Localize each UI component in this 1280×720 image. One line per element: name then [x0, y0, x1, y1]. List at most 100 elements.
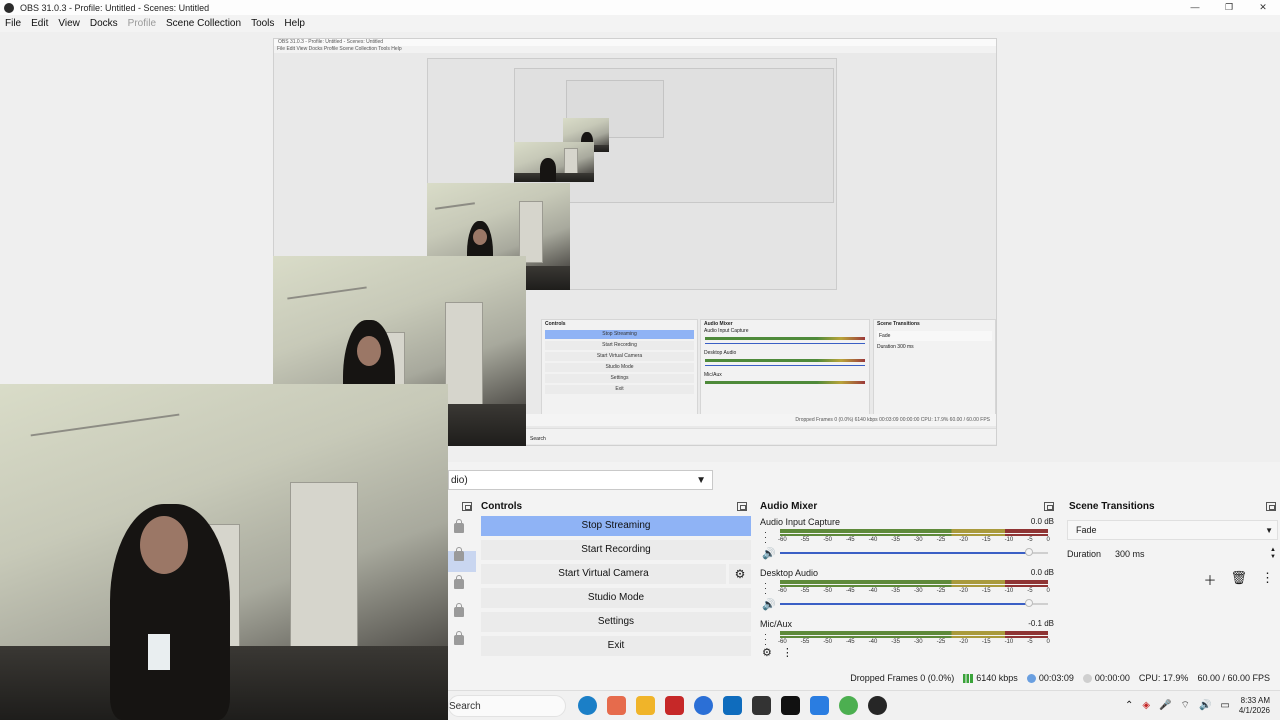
transition-select[interactable]: Fade ▼	[1067, 520, 1278, 540]
nested-exit: Exit	[545, 385, 694, 394]
stream-time-group: 00:03:09	[1026, 673, 1074, 684]
tray-chevron-up-icon[interactable]: ⌃	[1125, 700, 1133, 711]
clock[interactable]: 8:33 AM 4/1/2026	[1239, 696, 1270, 716]
outlook-icon[interactable]	[723, 696, 742, 715]
meter-tick-label: -30	[913, 588, 923, 594]
copilot-icon[interactable]	[607, 696, 626, 715]
mixer-menu-icon[interactable]: ⋮	[782, 646, 793, 659]
volume-slider-track[interactable]	[780, 603, 1029, 605]
send-icon[interactable]	[810, 696, 829, 715]
obs-logo-icon	[4, 2, 14, 13]
source-row[interactable]	[448, 519, 476, 544]
chrome-icon[interactable]	[839, 696, 858, 715]
nested-slider-2	[705, 365, 865, 366]
menu-tools[interactable]: Tools	[246, 18, 279, 29]
settings-button[interactable]: Settings	[481, 612, 751, 632]
taskbar-search[interactable]: Search	[448, 694, 566, 717]
source-row[interactable]	[448, 631, 476, 656]
obs-taskbar-icon[interactable]	[868, 696, 887, 715]
capcut-icon[interactable]	[752, 696, 771, 715]
file-explorer-icon[interactable]	[636, 696, 655, 715]
lock-icon[interactable]	[454, 603, 464, 617]
clock-date: 4/1/2026	[1238, 705, 1270, 715]
lock-icon[interactable]	[454, 547, 464, 561]
mixer-undock-icon[interactable]	[1044, 501, 1054, 511]
duration-field[interactable]: 300 ms	[1111, 549, 1266, 559]
microphone-icon[interactable]: 🎤	[1159, 700, 1171, 711]
advanced-audio-gear-icon[interactable]: ⚙	[762, 646, 772, 659]
meter-tick-label: -35	[891, 537, 900, 543]
rec-time-group: 00:00:00	[1082, 673, 1130, 684]
start-recording-button[interactable]: Start Recording	[481, 540, 751, 560]
remove-transition-trash-icon[interactable]: 🗑	[1230, 570, 1247, 589]
duration-label: Duration	[1067, 549, 1102, 559]
transition-menu-icon[interactable]: ⋮	[1261, 570, 1274, 589]
scene-transitions-dock: Scene Transitions Fade ▼ Duration 300 ms…	[1065, 496, 1280, 664]
speaker-icon[interactable]: 🔊	[762, 598, 776, 611]
meter-tick-label: -10	[1004, 537, 1014, 543]
source-row[interactable]	[448, 603, 476, 628]
source-row[interactable]	[448, 547, 476, 572]
channel-menu-icon[interactable]: · · ·	[764, 528, 768, 547]
meter-tick-label: -15	[981, 588, 991, 594]
menu-scene-collection[interactable]: Scene Collection	[161, 18, 246, 29]
start-virtual-camera-button[interactable]: Start Virtual Camera	[481, 564, 726, 584]
tv-app-icon[interactable]	[781, 696, 800, 715]
volume-slider-track[interactable]	[780, 552, 1029, 554]
duration-stepper-icon[interactable]: ▲ ▼	[1266, 547, 1280, 561]
tray-antivirus-icon[interactable]: ◈	[1142, 700, 1150, 711]
wifi-icon[interactable]: ⌔	[1181, 699, 1190, 712]
volume-slider-handle[interactable]	[1025, 548, 1033, 556]
menu-file[interactable]: File	[0, 18, 26, 29]
nested-settings: Settings	[545, 374, 694, 383]
title-bar: OBS 31.0.3 - Profile: Untitled - Scenes:…	[0, 0, 1280, 15]
lock-icon[interactable]	[454, 575, 464, 589]
edge-icon[interactable]	[578, 696, 597, 715]
lock-icon[interactable]	[454, 631, 464, 645]
window-title: OBS 31.0.3 - Profile: Untitled - Scenes:…	[20, 2, 210, 13]
mixer-channels: Audio Input Capture 0.0 dB · · · -60 -55 -50…	[756, 516, 1058, 662]
nested-controls-title: Controls	[545, 321, 566, 327]
mcafee-icon[interactable]	[665, 696, 684, 715]
studio-mode-button[interactable]: Studio Mode	[481, 588, 751, 608]
bitrate: 6140 kbps	[976, 672, 1018, 683]
volume-meter	[780, 529, 1048, 533]
menu-help[interactable]: Help	[279, 18, 310, 29]
maximize-button[interactable]: ❐	[1212, 0, 1246, 15]
channel-menu-icon[interactable]: · · ·	[764, 579, 768, 598]
volume-icon[interactable]: 🔊	[1199, 700, 1211, 711]
menu-docks[interactable]: Docks	[85, 18, 123, 29]
virtual-camera-settings-gear-icon[interactable]: ⚙	[729, 564, 751, 584]
volume-meter	[780, 580, 1048, 584]
meter-tick-label: -60	[778, 588, 787, 594]
stop-streaming-button[interactable]: Stop Streaming	[481, 516, 751, 536]
menu-edit[interactable]: Edit	[26, 18, 53, 29]
battery-icon[interactable]: ▭	[1220, 700, 1229, 711]
scene-selector[interactable]: dio) ▼	[448, 470, 713, 490]
volume-slider-handle[interactable]	[1025, 599, 1033, 607]
meter-ticks: -60 -55 -50 -45 -40 -35 -30 -25 -20 -15 -10 -5 0	[778, 537, 1050, 543]
transitions-undock-icon[interactable]	[1266, 501, 1276, 511]
menu-profile[interactable]: Profile	[123, 18, 161, 29]
app-icon[interactable]	[694, 696, 713, 715]
menu-bar: File Edit View Docks Profile Scene Colle…	[0, 15, 1280, 32]
meter-tick-label: -25	[936, 537, 946, 543]
status-bar: Dropped Frames 0 (0.0%) 6140 kbps 00:03:…	[448, 668, 1280, 688]
add-transition-icon[interactable]: ＋	[1203, 570, 1216, 589]
exit-button[interactable]: Exit	[481, 636, 751, 656]
menu-view[interactable]: View	[53, 18, 85, 29]
meter-tick-label: 0	[1046, 537, 1050, 543]
meter-tick-label: -50	[823, 537, 832, 543]
speaker-icon[interactable]: 🔊	[762, 547, 776, 560]
nested-transition: Fade	[877, 331, 992, 341]
close-button[interactable]: ✕	[1246, 0, 1280, 15]
controls-undock-icon[interactable]	[737, 501, 747, 511]
minimize-button[interactable]: —	[1178, 0, 1212, 15]
nested-studio-mode: Studio Mode	[545, 363, 694, 372]
lock-icon[interactable]	[454, 519, 464, 533]
taskbar: Search ⌃ ◈ 🎤 ⌔ 🔊 ▭ 8:33 AM 4/1/2026	[448, 690, 1280, 720]
chevron-down-icon: ▼	[1265, 525, 1273, 535]
sources-undock-icon[interactable]	[462, 501, 472, 511]
mixer-footer: ⚙ ⋮	[756, 642, 1058, 662]
source-row[interactable]	[448, 575, 476, 600]
